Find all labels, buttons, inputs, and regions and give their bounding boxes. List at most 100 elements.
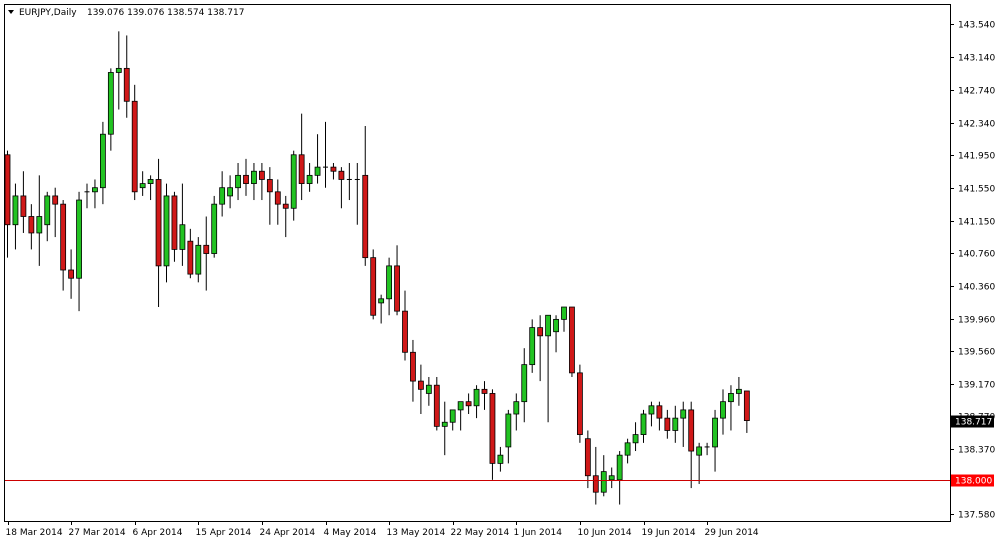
candle-body-bear <box>155 179 162 267</box>
candle-body-bear <box>743 390 750 421</box>
x-tick-label: 1 Jun 2014 <box>514 528 563 538</box>
candle-body-bull <box>696 446 703 456</box>
candle-body-bull <box>115 67 122 73</box>
candle-body-bull <box>76 199 82 279</box>
candle-body-bear <box>338 170 345 180</box>
y-tick-label: 139.960 <box>958 316 995 326</box>
candle-body-bear <box>370 257 377 316</box>
candle-body-bear <box>4 154 11 226</box>
candle-body-bull <box>147 179 154 184</box>
x-tick-label: 18 Mar 2014 <box>6 528 63 538</box>
y-tick-label: 140.760 <box>958 250 995 260</box>
x-tick-label: 4 May 2014 <box>324 528 377 538</box>
candle-body-bear <box>243 174 249 184</box>
candle-body-bull <box>251 170 257 184</box>
candle-body-bull <box>529 327 536 366</box>
x-tick-label: 22 May 2014 <box>451 528 510 538</box>
y-tick-label: 143.140 <box>958 54 995 64</box>
candle <box>577 364 583 443</box>
candle-body-bear <box>187 240 194 275</box>
y-tick-label: 141.550 <box>958 185 995 195</box>
candle-body-bull <box>720 401 726 419</box>
candle-body-bear <box>203 244 210 254</box>
y-tick-label: 141.950 <box>958 152 995 162</box>
candle-body-bull <box>728 393 734 403</box>
candle-body-bull <box>632 434 639 444</box>
candle-body-bear <box>123 67 130 102</box>
candle-body-bull <box>545 314 551 337</box>
candle-body-bear <box>465 401 472 407</box>
candle-body-bull <box>457 401 464 411</box>
candle <box>433 376 440 431</box>
candle-body-bull <box>179 224 186 250</box>
candle-body-bull <box>314 166 321 176</box>
candle-body-bear <box>569 306 575 374</box>
hline-price-label: 138.000 <box>955 477 992 487</box>
candle-body-bull <box>505 413 512 448</box>
candle-body-bull <box>235 174 241 189</box>
y-tick-label: 141.150 <box>958 218 995 228</box>
candle-body-bull <box>473 388 480 407</box>
candle-body-bull <box>680 409 687 419</box>
candle-body-bull <box>712 417 718 448</box>
candle-body-bear <box>394 265 400 312</box>
candle <box>529 319 536 373</box>
candle-body-bear <box>592 475 599 493</box>
candle-body-bear <box>417 380 424 390</box>
candle-body-bull <box>163 195 170 267</box>
candle-body-bull <box>219 187 226 205</box>
candle-body-bull <box>92 187 98 193</box>
candle-body-bull <box>378 298 385 304</box>
candle-body-bull <box>100 133 106 189</box>
x-tick-label: 19 Jun 2014 <box>642 528 696 538</box>
candle-body-bull <box>736 388 742 394</box>
candle-body-bear <box>584 438 591 477</box>
candle-body-bull <box>672 417 679 431</box>
x-tick-label: 13 May 2014 <box>387 528 446 538</box>
candle-body-bull <box>227 187 234 197</box>
candle-body-bull <box>513 401 520 415</box>
y-tick-label: 138.370 <box>958 446 995 456</box>
candle-body-bear <box>664 417 671 431</box>
candle-body-bull <box>640 413 647 435</box>
current-price-label: 138.717 <box>955 418 992 428</box>
x-tick-label: 29 Jun 2014 <box>705 528 759 538</box>
candle-body-bull <box>107 72 114 135</box>
candle-body-bear <box>68 269 74 279</box>
candle-body-bear <box>274 191 281 205</box>
candle-body-bull <box>600 471 607 493</box>
candle-body-bear <box>402 310 408 353</box>
x-tick-label: 27 Mar 2014 <box>69 528 126 538</box>
candle <box>370 249 377 320</box>
candle-body-bull <box>608 475 615 481</box>
candle <box>131 84 138 201</box>
y-tick-label: 137.580 <box>958 511 995 521</box>
candle-body-bear <box>171 195 178 250</box>
x-tick-label: 15 Apr 2014 <box>196 528 252 538</box>
candle-body-bull <box>449 409 456 423</box>
candle-body-bear <box>362 174 369 259</box>
candle-body-bear <box>266 179 273 193</box>
y-tick-label: 139.170 <box>958 381 995 391</box>
x-tick-label: 24 Apr 2014 <box>260 528 316 538</box>
candle-body-bear <box>410 351 416 382</box>
candle-body-bear <box>131 100 138 193</box>
candle <box>569 306 575 377</box>
candle-body-bear <box>688 409 695 452</box>
y-tick-label: 139.560 <box>958 348 995 358</box>
candle-body-bull <box>290 154 297 209</box>
candle-body-bear <box>282 203 289 209</box>
candle-body-bull <box>211 203 218 254</box>
candle-body-bull <box>648 405 655 415</box>
candle-body-bull <box>306 174 313 184</box>
candle-body-bull <box>195 244 202 275</box>
candle-body-bear <box>60 203 67 271</box>
candle-body-bull <box>521 364 528 403</box>
y-tick-label: 142.340 <box>958 120 995 130</box>
candle-body-bull <box>44 195 51 226</box>
candle-body-bull <box>553 318 559 333</box>
candle-body-bull <box>36 216 43 234</box>
x-tick-label: 6 Apr 2014 <box>133 528 183 538</box>
candle-body-bear <box>577 372 583 435</box>
symbol-label: EURJPY,Daily <box>19 8 77 18</box>
